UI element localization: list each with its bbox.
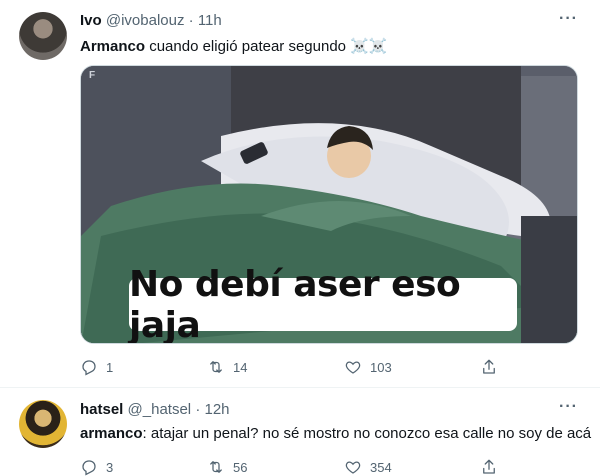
more-options-icon[interactable]: ··· xyxy=(559,10,578,28)
reply-count: 3 xyxy=(106,459,114,475)
tweet-body: : atajar un penal? no sé mostro no conoz… xyxy=(142,425,592,442)
retweet-count: 56 xyxy=(233,459,248,475)
retweet-icon xyxy=(210,461,222,473)
avatar[interactable] xyxy=(19,12,67,60)
retweet-count: 14 xyxy=(233,359,248,375)
display-name[interactable]: hatsel xyxy=(80,401,123,418)
avatar[interactable] xyxy=(19,400,67,448)
separator: · xyxy=(195,401,201,418)
handle[interactable]: @ivobalouz xyxy=(106,12,185,29)
mention[interactable]: armanco xyxy=(80,425,143,442)
more-options-icon[interactable]: ··· xyxy=(559,398,578,416)
timestamp[interactable]: 12h xyxy=(204,401,229,418)
share-icon xyxy=(483,459,495,474)
reply-button[interactable]: 3 xyxy=(80,458,113,476)
tweet-header: hatsel @_hatsel · 12h xyxy=(80,401,230,418)
handle[interactable]: @_hatsel xyxy=(128,401,192,418)
share-button[interactable] xyxy=(480,358,498,376)
retweet-icon xyxy=(210,361,222,373)
timestamp[interactable]: 11h xyxy=(198,12,222,29)
share-button[interactable] xyxy=(480,458,498,476)
tweet[interactable]: Ivo @ivobalouz · 11h ··· Armanco cuando … xyxy=(0,0,600,388)
meme-caption: No debí aser eso jaja xyxy=(129,264,517,343)
tweet-actions: 1 14 103 xyxy=(80,358,520,378)
mention[interactable]: Armanco xyxy=(80,38,145,55)
heart-icon xyxy=(345,461,361,474)
watermark: F xyxy=(89,70,96,81)
tweet-actions: 3 56 354 xyxy=(80,458,520,476)
like-button[interactable]: 354 xyxy=(344,458,392,476)
tweet-header: Ivo @ivobalouz · 11h xyxy=(80,12,222,29)
separator: · xyxy=(188,12,194,29)
reply-count: 1 xyxy=(106,359,114,375)
retweet-button[interactable]: 14 xyxy=(207,358,247,376)
reply-icon xyxy=(82,360,96,376)
reply-button[interactable]: 1 xyxy=(80,358,113,376)
like-button[interactable]: 103 xyxy=(344,358,392,376)
tweet-media[interactable]: F No debí aser eso jaja xyxy=(80,65,578,344)
tweet[interactable]: hatsel @_hatsel · 12h ··· armanco: ataja… xyxy=(0,388,600,476)
share-icon xyxy=(483,359,495,374)
like-count: 103 xyxy=(370,359,392,375)
tweet-body: cuando eligió patear segundo ☠️☠️ xyxy=(145,38,388,55)
display-name[interactable]: Ivo xyxy=(80,12,102,29)
retweet-button[interactable]: 56 xyxy=(207,458,247,476)
like-count: 354 xyxy=(370,459,392,475)
reply-icon xyxy=(82,460,96,476)
tweet-text: Armanco cuando eligió patear segundo ☠️☠… xyxy=(80,37,388,55)
tweet-text: armanco: atajar un penal? no sé mostro n… xyxy=(80,425,591,442)
heart-icon xyxy=(345,361,361,374)
